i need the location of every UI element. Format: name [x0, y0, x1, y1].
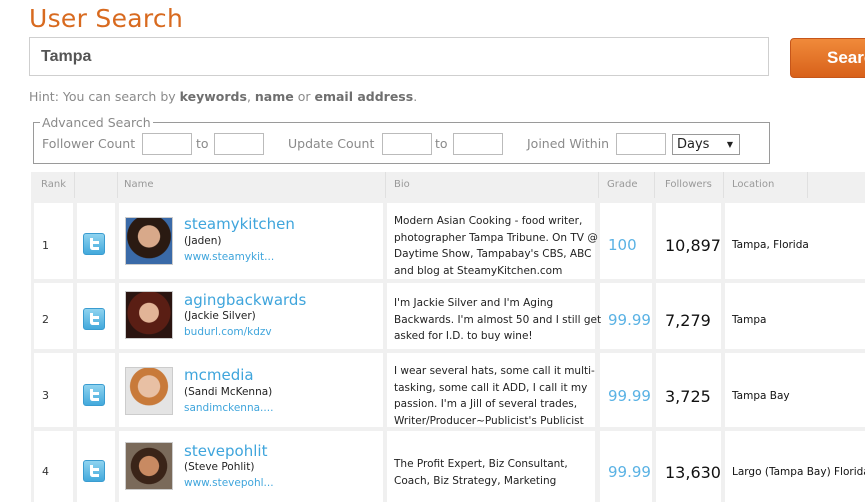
user-url-link[interactable]: budurl.com/kdzv — [184, 326, 272, 338]
joined-within-input[interactable] — [616, 133, 666, 155]
followers-value: 3,725 — [665, 387, 711, 406]
avatar[interactable] — [125, 367, 173, 415]
advanced-search-panel: Advanced Search Follower Count to Update… — [33, 115, 770, 164]
real-name: (Sandi McKenna) — [184, 386, 273, 398]
location-value: Tampa — [732, 314, 767, 326]
table-row[interactable]: 3 mcmedia (Sandi McKenna) sandimckenna..… — [31, 353, 865, 427]
username-link[interactable]: steamykitchen — [184, 215, 295, 233]
header-name: Name — [124, 179, 154, 190]
grade-value: 99.99 — [608, 463, 651, 481]
joined-within-label: Joined Within — [527, 136, 610, 151]
follower-count-max-input[interactable] — [214, 133, 264, 155]
followers-value: 13,630 — [665, 463, 721, 482]
avatar[interactable] — [125, 442, 173, 490]
real-name: (Steve Pohlit) — [184, 461, 255, 473]
twitter-icon[interactable] — [83, 384, 105, 406]
real-name: (Jackie Silver) — [184, 310, 256, 322]
update-count-min-input[interactable] — [382, 133, 432, 155]
search-input[interactable] — [29, 37, 769, 76]
update-count-label: Update Count — [288, 136, 375, 151]
username-link[interactable]: mcmedia — [184, 366, 254, 384]
rank-value: 1 — [42, 239, 49, 252]
advanced-search-legend: Advanced Search — [40, 115, 153, 130]
follower-count-min-input[interactable] — [142, 133, 192, 155]
header-followers: Followers — [665, 179, 712, 190]
avatar[interactable] — [125, 291, 173, 339]
results-table: Rank Name Bio Grade Followers Location 1… — [31, 172, 865, 502]
grade-value: 99.99 — [608, 387, 651, 405]
location-value: Largo (Tampa Bay) Florida — [732, 466, 865, 478]
real-name: (Jaden) — [184, 235, 222, 247]
rank-value: 3 — [42, 389, 49, 402]
search-hint: Hint: You can search by keywords, name o… — [29, 89, 418, 104]
table-row[interactable]: 4 stevepohlit (Steve Pohlit) www.stevepo… — [31, 431, 865, 502]
user-url-link[interactable]: www.steamykit... — [184, 251, 274, 263]
header-grade: Grade — [607, 179, 638, 190]
location-value: Tampa, Florida — [732, 239, 809, 251]
update-count-max-input[interactable] — [453, 133, 503, 155]
location-value: Tampa Bay — [732, 390, 790, 402]
followers-value: 7,279 — [665, 311, 711, 330]
twitter-icon[interactable] — [83, 460, 105, 482]
rank-value: 4 — [42, 465, 49, 478]
user-url-link[interactable]: www.stevepohl... — [184, 477, 274, 489]
bio-text: I'm Jackie Silver and I'm Aging Backwards… — [394, 297, 602, 342]
user-url-link[interactable]: sandimckenna.... — [184, 402, 273, 414]
followers-value: 10,897 — [665, 236, 721, 255]
bio-text: I wear several hats, some call it multi-… — [394, 365, 595, 427]
rank-value: 2 — [42, 313, 49, 326]
header-bio: Bio — [394, 179, 410, 190]
avatar[interactable] — [125, 217, 173, 265]
header-location: Location — [732, 179, 775, 190]
username-link[interactable]: agingbackwards — [184, 291, 306, 309]
header-rank: Rank — [41, 179, 66, 190]
search-button[interactable]: Search — [790, 38, 865, 78]
twitter-icon[interactable] — [83, 233, 105, 255]
days-select[interactable]: Days ▼ — [672, 134, 740, 155]
follower-to-label: to — [196, 136, 209, 151]
grade-value: 100 — [608, 236, 637, 254]
table-row[interactable]: 1 steamykitchen (Jaden) www.steamykit...… — [31, 203, 865, 279]
dropdown-arrow-icon: ▼ — [726, 140, 733, 149]
bio-text: The Profit Expert, Biz Consultant, Coach,… — [394, 458, 568, 487]
update-to-label: to — [435, 136, 448, 151]
follower-count-label: Follower Count — [42, 136, 136, 151]
page-title: User Search — [29, 4, 184, 33]
table-row[interactable]: 2 agingbackwards (Jackie Silver) budurl.… — [31, 283, 865, 349]
username-link[interactable]: stevepohlit — [184, 442, 267, 460]
grade-value: 99.99 — [608, 311, 651, 329]
twitter-icon[interactable] — [83, 308, 105, 330]
bio-text: Modern Asian Cooking - food writer, photo… — [394, 215, 598, 277]
